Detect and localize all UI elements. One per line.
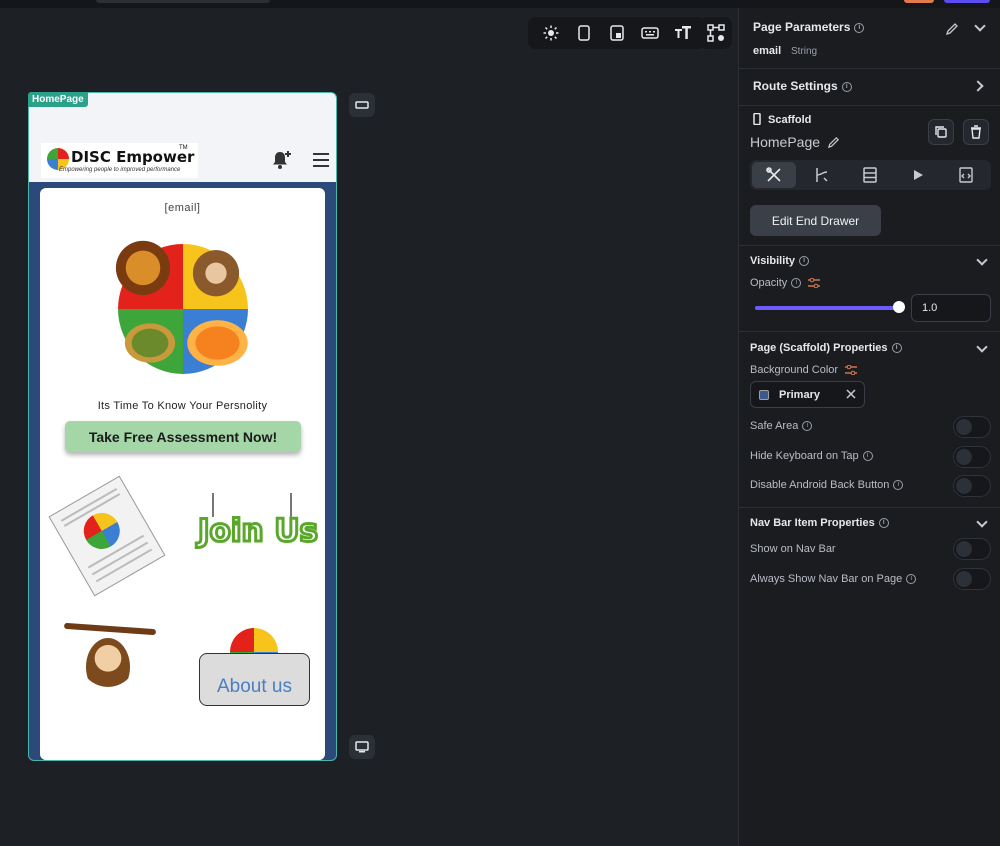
opacity-input[interactable]: 1.0 (911, 294, 991, 322)
turtle-image (118, 318, 182, 368)
hide-keyboard-label: Hide Keyboard on Tap i (750, 450, 873, 462)
info-icon[interactable]: i (854, 22, 865, 33)
logo-tagline: Empowering people to improved performanc… (59, 167, 181, 173)
desktop-preview-button[interactable] (349, 735, 375, 759)
about-us-label: About us (217, 676, 292, 697)
about-us-button[interactable]: About us (199, 653, 310, 706)
scaffold-name[interactable]: HomePage (750, 134, 820, 150)
show-on-nav-toggle[interactable] (953, 538, 991, 560)
info-icon[interactable]: i (841, 81, 852, 92)
top-indicator (904, 0, 934, 3)
page-properties-header[interactable]: Page (Scaffold) Properties i (750, 342, 902, 354)
info-icon[interactable]: i (906, 574, 917, 585)
expand-width-button[interactable] (349, 93, 375, 117)
tab-actions[interactable] (800, 162, 844, 188)
color-value: Primary (779, 389, 820, 401)
top-bar (0, 0, 1000, 8)
logo-trademark: TM (179, 145, 188, 151)
info-icon[interactable]: i (799, 256, 810, 267)
top-tab-fragment[interactable] (96, 0, 270, 3)
text-scale-icon[interactable] (672, 22, 694, 44)
color-swatch (759, 390, 769, 400)
widget-type-label: Scaffold (768, 114, 812, 126)
info-icon[interactable]: i (878, 518, 889, 529)
info-icon[interactable]: i (862, 451, 873, 462)
logo-title: DISC Empower (71, 148, 195, 166)
chevron-right-icon[interactable] (972, 80, 984, 92)
assessment-worksheet-image[interactable] (48, 475, 166, 597)
lion-image (114, 240, 172, 302)
tree-view-icon[interactable] (700, 17, 732, 49)
disc-animals-image (114, 240, 256, 374)
param-name: email (753, 45, 782, 57)
chevron-down-icon[interactable] (976, 254, 988, 266)
clear-color-icon[interactable] (846, 389, 856, 402)
chevron-down-icon[interactable] (974, 20, 986, 32)
variable-sliders-icon (808, 278, 821, 289)
notification-bell-icon[interactable] (271, 149, 293, 171)
edit-end-drawer-button[interactable]: Edit End Drawer (750, 205, 881, 236)
free-assessment-button[interactable]: Take Free Assessment Now! (65, 421, 301, 452)
info-icon[interactable]: i (893, 480, 904, 491)
safe-area-toggle[interactable] (953, 416, 991, 438)
email-text: [email] (164, 202, 201, 214)
canvas-toolbar (528, 17, 706, 49)
properties-panel: Page Parameters i email String Route Sett… (738, 8, 1000, 846)
top-indicator (944, 0, 990, 3)
param-type: String (791, 46, 818, 57)
opacity-slider-thumb[interactable] (893, 301, 905, 313)
hide-keyboard-toggle[interactable] (953, 446, 991, 468)
personality-tagline: Its Time To Know Your Persnolity (97, 400, 268, 412)
info-icon[interactable]: i (791, 278, 802, 289)
page-parameters-header[interactable]: Page Parameters i (753, 20, 865, 34)
goldfish-image (186, 314, 256, 372)
disable-back-label: Disable Android Back Button i (750, 479, 904, 491)
keyboard-icon[interactable] (639, 22, 661, 44)
tablet-device-icon[interactable] (606, 22, 628, 44)
duplicate-button[interactable] (928, 119, 954, 145)
monkey-image (188, 248, 244, 304)
opacity-label: Opacity i (750, 277, 821, 289)
delete-button[interactable] (963, 119, 989, 145)
tab-backend-query[interactable] (848, 162, 892, 188)
info-icon[interactable]: i (891, 343, 902, 354)
hanging-monkey-image[interactable] (63, 616, 160, 712)
hamburger-menu-icon[interactable] (313, 153, 329, 167)
disable-back-toggle[interactable] (953, 475, 991, 497)
content-card: [email] Its Time To Know Your Persnolity… (40, 188, 325, 760)
always-show-nav-toggle[interactable] (953, 568, 991, 590)
property-tabs (750, 160, 991, 190)
background-color-label: Background Color (750, 364, 858, 376)
rename-pencil-icon[interactable] (827, 136, 840, 152)
route-settings-header[interactable]: Route Settings i (753, 79, 852, 93)
safe-area-label: Safe Area i (750, 420, 813, 432)
tab-animations[interactable] (896, 162, 940, 188)
opacity-slider-track[interactable] (755, 306, 899, 310)
join-us-label: Join Us (197, 512, 320, 551)
info-icon[interactable]: i (802, 421, 813, 432)
always-show-nav-label: Always Show Nav Bar on Page i (750, 573, 917, 585)
chevron-down-icon[interactable] (976, 341, 988, 353)
tab-properties[interactable] (752, 162, 796, 188)
show-on-nav-label: Show on Nav Bar (750, 543, 836, 555)
page-name-tag[interactable]: HomePage (28, 92, 88, 107)
phone-preview[interactable]: DISC Empower TM Empowering people to imp… (28, 92, 337, 761)
light-mode-icon[interactable] (540, 22, 562, 44)
edit-pencil-icon[interactable] (945, 22, 959, 39)
phone-device-icon[interactable] (573, 22, 595, 44)
variable-sliders-icon (845, 365, 858, 376)
visibility-header[interactable]: Visibility i (750, 255, 810, 267)
background-color-picker[interactable]: Primary (750, 381, 865, 408)
tab-code[interactable] (944, 162, 988, 188)
phone-widget-icon (753, 112, 761, 128)
nav-bar-header[interactable]: Nav Bar Item Properties i (750, 517, 889, 529)
join-us-image[interactable]: Join Us (194, 493, 319, 568)
chevron-down-icon[interactable] (976, 516, 988, 528)
app-logo: DISC Empower TM Empowering people to imp… (41, 143, 198, 178)
